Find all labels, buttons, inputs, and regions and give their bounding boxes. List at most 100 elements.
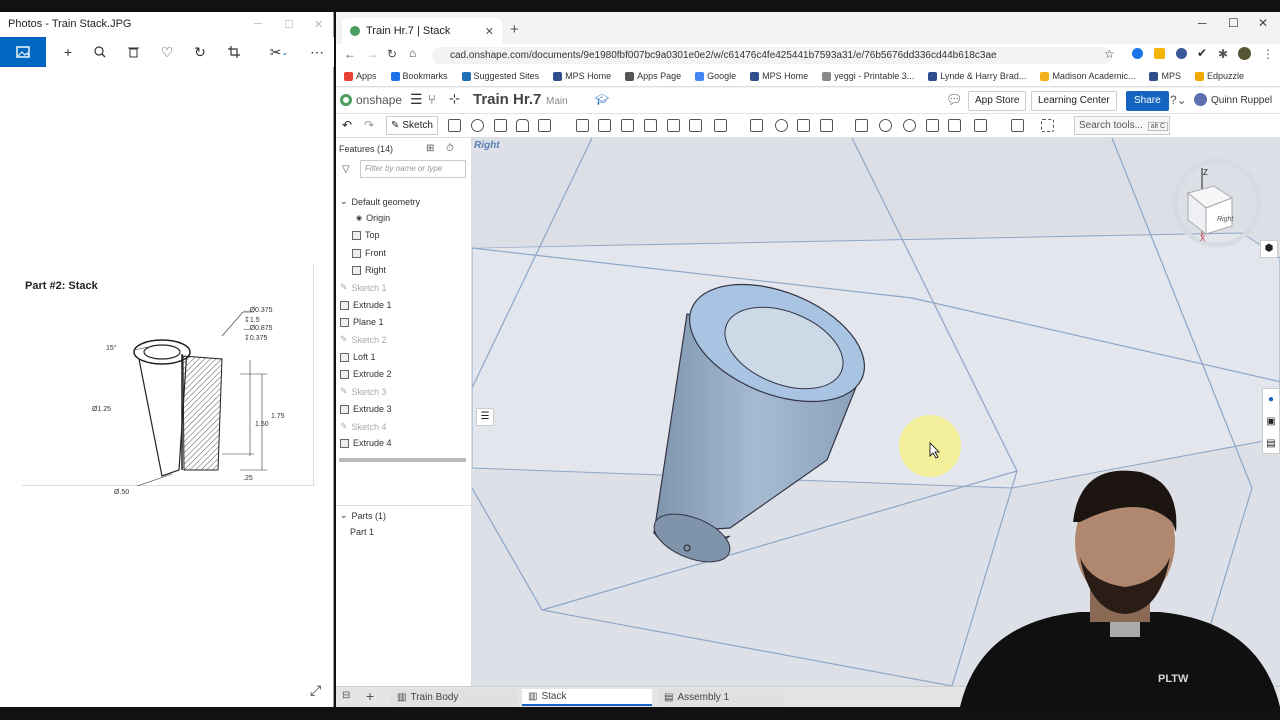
menu-icon[interactable]: ⋮ bbox=[1262, 47, 1274, 61]
minimize-icon[interactable]: ─ bbox=[254, 18, 262, 30]
fillet-icon[interactable] bbox=[576, 119, 589, 132]
feature-item-top[interactable]: Top bbox=[352, 230, 380, 240]
thicken-icon[interactable] bbox=[538, 119, 551, 132]
delete-part-icon[interactable] bbox=[855, 119, 868, 132]
bookmark-item[interactable]: Lynde & Harry Brad... bbox=[928, 71, 1026, 81]
onshape-logo[interactable]: onshape bbox=[356, 93, 402, 107]
bookmark-item[interactable]: Apps bbox=[344, 71, 377, 81]
feature-item-extrude-4[interactable]: Extrude 4 bbox=[340, 438, 392, 448]
modify-fillet-icon[interactable] bbox=[879, 119, 892, 132]
browser-tab[interactable]: Train Hr.7 | Stack ✕ bbox=[342, 18, 502, 44]
favorite-icon[interactable]: ♡ bbox=[158, 43, 176, 61]
configurations-icon[interactable]: ▤ bbox=[1263, 433, 1279, 455]
sketch-button[interactable]: ✎ Sketch bbox=[386, 116, 438, 135]
feature-item-extrude-2[interactable]: Extrude 2 bbox=[340, 369, 392, 379]
offset-surface-icon[interactable] bbox=[948, 119, 961, 132]
bookmark-item[interactable]: MPS Home bbox=[750, 71, 808, 81]
extension-icon[interactable] bbox=[1154, 48, 1165, 59]
close-icon[interactable]: ✕ bbox=[314, 18, 323, 31]
split-icon[interactable] bbox=[797, 119, 810, 132]
feature-item-extrude-1[interactable]: Extrude 1 bbox=[340, 300, 392, 310]
versions-icon[interactable]: ⑂ bbox=[428, 92, 436, 107]
boolean-icon[interactable] bbox=[775, 119, 788, 132]
feature-item-loft-1[interactable]: Loft 1 bbox=[340, 352, 376, 362]
branch-icon[interactable]: ⊹ bbox=[449, 91, 460, 107]
close-icon[interactable]: ✕ bbox=[1258, 16, 1268, 30]
replace-face-icon[interactable] bbox=[926, 119, 939, 132]
extrude-icon[interactable] bbox=[448, 119, 461, 132]
document-title[interactable]: Train Hr.7 bbox=[473, 91, 541, 108]
redo-icon[interactable]: ↷ bbox=[364, 118, 374, 132]
filter-input[interactable]: Filter by name or type bbox=[360, 160, 466, 178]
url-field[interactable]: cad.onshape.com/documents/9e1980fbf007bc… bbox=[432, 47, 1112, 64]
delete-icon[interactable] bbox=[124, 43, 142, 61]
sheet-metal-icon[interactable] bbox=[1011, 119, 1024, 132]
expand-icon[interactable]: ⤢ bbox=[310, 682, 321, 699]
crop-icon[interactable] bbox=[225, 43, 243, 61]
tab-assembly-1[interactable]: ▤ Assembly 1 bbox=[658, 689, 784, 706]
mirror-icon[interactable] bbox=[750, 119, 763, 132]
search-tools-input[interactable]: Search tools... alt C bbox=[1074, 116, 1170, 135]
add-icon[interactable]: + bbox=[59, 43, 77, 61]
education-icon[interactable]: 🎓︎ bbox=[595, 93, 609, 106]
rib-icon[interactable] bbox=[644, 119, 657, 132]
feature-item-sketch-4[interactable]: ✎ Sketch 4 bbox=[340, 421, 387, 432]
draft-icon[interactable] bbox=[621, 119, 634, 132]
feature-item-sketch-2[interactable]: ✎ Sketch 2 bbox=[340, 334, 387, 345]
extension-icon[interactable] bbox=[1132, 48, 1143, 59]
tab-train-body[interactable]: ▥ Train Body bbox=[391, 689, 517, 706]
display-mode-icon[interactable]: ⬢ bbox=[1260, 240, 1278, 258]
bookmark-item[interactable]: yeggi - Printable 3... bbox=[822, 71, 914, 81]
shell-icon[interactable] bbox=[667, 119, 680, 132]
maximize-icon[interactable]: ☐ bbox=[284, 18, 294, 31]
help-icon[interactable]: ?⌄ bbox=[1170, 93, 1187, 107]
learning-center-button[interactable]: Learning Center bbox=[1031, 91, 1117, 111]
comment-icon[interactable]: 💬︎ bbox=[946, 92, 963, 108]
share-button[interactable]: Share bbox=[1126, 91, 1169, 111]
user-avatar[interactable] bbox=[1194, 93, 1207, 106]
feature-item-plane-1[interactable]: Plane 1 bbox=[340, 317, 384, 327]
mass-properties-icon[interactable]: ▣ bbox=[1263, 411, 1279, 433]
transform-icon[interactable] bbox=[820, 119, 833, 132]
bookmark-item[interactable]: Suggested Sites bbox=[461, 71, 539, 81]
hamburger-icon[interactable]: ☰ bbox=[410, 91, 423, 108]
app-store-button[interactable]: App Store bbox=[968, 91, 1027, 111]
part-item[interactable]: Part 1 bbox=[350, 527, 374, 537]
parts-header[interactable]: ⌄ Parts (1) bbox=[340, 510, 386, 521]
feature-item-right[interactable]: Right bbox=[352, 265, 386, 275]
bookmark-item[interactable]: Madison Academic... bbox=[1040, 71, 1135, 81]
bookmark-item[interactable]: MPS bbox=[1149, 71, 1181, 81]
rotate-icon[interactable]: ↻ bbox=[191, 43, 209, 61]
appearance-icon[interactable]: ● bbox=[1263, 389, 1279, 411]
rollback-timer-icon[interactable]: ⏱︎ bbox=[446, 143, 454, 154]
insert-tab-icon[interactable]: + bbox=[366, 688, 374, 704]
feature-item-sketch-1[interactable]: ✎ Sketch 1 bbox=[340, 282, 387, 293]
minimize-icon[interactable]: ─ bbox=[1198, 16, 1207, 30]
new-tab-icon[interactable]: + bbox=[510, 21, 519, 38]
tab-close-icon[interactable]: ✕ bbox=[485, 25, 494, 38]
rollback-bar[interactable] bbox=[339, 458, 466, 462]
home-icon[interactable]: ⌂ bbox=[409, 46, 416, 60]
user-name[interactable]: Quinn Ruppel bbox=[1211, 95, 1272, 106]
more-icon[interactable]: ⋯ bbox=[308, 43, 326, 61]
bookmark-item[interactable]: MPS Home bbox=[553, 71, 611, 81]
back-icon[interactable]: ← bbox=[344, 47, 356, 61]
move-face-icon[interactable] bbox=[903, 119, 916, 132]
bookmark-item[interactable]: Apps Page bbox=[625, 71, 681, 81]
pattern-icon[interactable] bbox=[714, 119, 727, 132]
list-toggle-icon[interactable]: ☰ bbox=[476, 408, 494, 426]
tab-manager-icon[interactable]: ⊟ bbox=[342, 690, 350, 701]
plane-icon[interactable] bbox=[974, 119, 987, 132]
feature-studio-icon[interactable] bbox=[1041, 119, 1054, 132]
revolve-icon[interactable] bbox=[471, 119, 484, 132]
extension-icon[interactable] bbox=[1176, 48, 1187, 59]
undo-icon[interactable]: ↶ bbox=[342, 118, 352, 132]
tab-stack[interactable]: ▥ Stack bbox=[522, 689, 652, 706]
puzzle-icon[interactable]: ✱ bbox=[1218, 47, 1228, 61]
check-icon[interactable]: ✔ bbox=[1197, 46, 1207, 60]
loft-icon[interactable] bbox=[516, 119, 529, 132]
feature-item-origin[interactable]: ◉ Origin bbox=[356, 213, 390, 223]
bookmark-item[interactable]: Google bbox=[695, 71, 736, 81]
hole-icon[interactable] bbox=[689, 119, 702, 132]
feature-item-default-geometry[interactable]: ⌄ Default geometry bbox=[340, 196, 420, 207]
